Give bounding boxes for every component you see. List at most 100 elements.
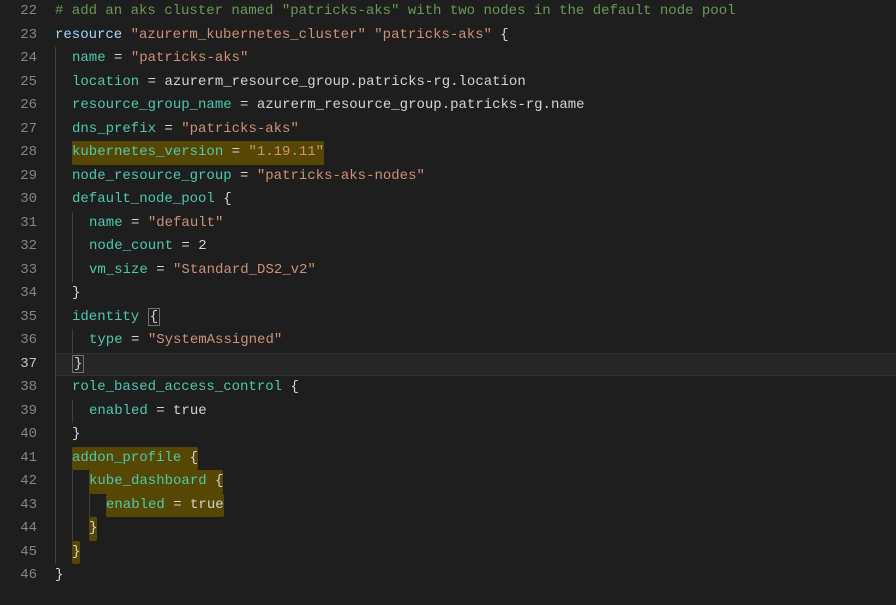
- token-propname: role_based_access_control: [72, 379, 282, 395]
- token-member: azurerm_resource_group: [257, 97, 442, 113]
- code-line[interactable]: # add an aks cluster named "patricks-aks…: [55, 0, 896, 24]
- indent-guide: [72, 470, 89, 494]
- line-number: 28: [0, 141, 37, 165]
- token-punct: }: [55, 567, 63, 583]
- token-keyword: resource: [55, 27, 122, 43]
- code-line[interactable]: }: [55, 564, 896, 588]
- indent-guide: [55, 188, 72, 212]
- code-span: resource_group_name = azurerm_resource_g…: [72, 97, 585, 113]
- indent-guide: [72, 212, 89, 236]
- token-punct: {: [215, 191, 232, 207]
- token-punct: .: [349, 74, 357, 90]
- token-string: "patricks-aks": [181, 121, 299, 137]
- token-string: "default": [148, 215, 224, 231]
- code-line[interactable]: name = "default": [55, 212, 896, 236]
- token-string: "1.19.11": [248, 144, 324, 160]
- token-string: "patricks-aks": [374, 27, 492, 43]
- code-span: dns_prefix = "patricks-aks": [72, 121, 299, 137]
- line-number: 23: [0, 24, 37, 48]
- code-span: }: [55, 567, 63, 583]
- indent-guide: [72, 400, 89, 424]
- code-line[interactable]: dns_prefix = "patricks-aks": [55, 118, 896, 142]
- token-punct: {: [282, 379, 299, 395]
- line-number: 33: [0, 259, 37, 283]
- indent-guide: [89, 494, 106, 518]
- token-punct: .: [543, 97, 551, 113]
- line-number: 34: [0, 282, 37, 306]
- indent-guide: [72, 235, 89, 259]
- line-number: 22: [0, 0, 37, 24]
- code-line[interactable]: resource_group_name = azurerm_resource_g…: [55, 94, 896, 118]
- token-punct: .: [450, 74, 458, 90]
- line-number: 46: [0, 564, 37, 588]
- code-line[interactable]: default_node_pool {: [55, 188, 896, 212]
- highlighted-span: kubernetes_version = "1.19.11": [72, 141, 324, 165]
- indent-guide: [55, 235, 72, 259]
- code-span: # add an aks cluster named "patricks-aks…: [55, 3, 736, 19]
- code-line[interactable]: enabled = true: [55, 400, 896, 424]
- token-punct: }: [72, 544, 80, 560]
- token-propname: type: [89, 332, 123, 348]
- token-punct: =: [232, 168, 257, 184]
- line-number: 42: [0, 470, 37, 494]
- highlighted-span: }: [72, 541, 80, 565]
- token-propname: enabled: [89, 403, 148, 419]
- code-line[interactable]: kube_dashboard {: [55, 470, 896, 494]
- line-number: 31: [0, 212, 37, 236]
- code-line[interactable]: location = azurerm_resource_group.patric…: [55, 71, 896, 95]
- token-punct: =: [123, 332, 148, 348]
- code-span: default_node_pool {: [72, 191, 232, 207]
- line-number: 45: [0, 541, 37, 565]
- code-line[interactable]: enabled = true: [55, 494, 896, 518]
- code-line[interactable]: }: [55, 353, 896, 377]
- token-boollit: true: [190, 497, 224, 513]
- line-number: 26: [0, 94, 37, 118]
- code-line[interactable]: addon_profile {: [55, 447, 896, 471]
- code-span: node_resource_group = "patricks-aks-node…: [72, 168, 425, 184]
- token-punct: {: [181, 450, 198, 466]
- code-span: }: [72, 426, 80, 442]
- code-span: location = azurerm_resource_group.patric…: [72, 74, 526, 90]
- line-number: 41: [0, 447, 37, 471]
- code-span: type = "SystemAssigned": [89, 332, 282, 348]
- code-line[interactable]: }: [55, 517, 896, 541]
- token-punct: }: [72, 285, 80, 301]
- code-line[interactable]: resource "azurerm_kubernetes_cluster" "p…: [55, 24, 896, 48]
- token-propname: default_node_pool: [72, 191, 215, 207]
- indent-guide: [55, 306, 72, 330]
- token-propname: location: [72, 74, 139, 90]
- code-line[interactable]: identity {: [55, 306, 896, 330]
- code-line[interactable]: role_based_access_control {: [55, 376, 896, 400]
- code-line[interactable]: vm_size = "Standard_DS2_v2": [55, 259, 896, 283]
- token-member: azurerm_resource_group: [164, 74, 349, 90]
- line-number: 38: [0, 376, 37, 400]
- code-span: vm_size = "Standard_DS2_v2": [89, 262, 316, 278]
- indent-guide: [55, 517, 72, 541]
- code-line[interactable]: }: [55, 541, 896, 565]
- code-editor[interactable]: # add an aks cluster named "patricks-aks…: [55, 0, 896, 605]
- code-span: }: [72, 355, 84, 373]
- token-propname: addon_profile: [72, 450, 181, 466]
- code-line[interactable]: name = "patricks-aks": [55, 47, 896, 71]
- line-number: 36: [0, 329, 37, 353]
- token-propname: vm_size: [89, 262, 148, 278]
- indent-guide: [55, 400, 72, 424]
- code-line[interactable]: type = "SystemAssigned": [55, 329, 896, 353]
- line-number: 32: [0, 235, 37, 259]
- code-line[interactable]: node_count = 2: [55, 235, 896, 259]
- token-propname: identity: [72, 309, 139, 325]
- token-punct: =: [123, 215, 148, 231]
- indent-guide: [55, 470, 72, 494]
- line-number: 27: [0, 118, 37, 142]
- code-span: role_based_access_control {: [72, 379, 299, 395]
- code-line[interactable]: }: [55, 423, 896, 447]
- indent-guide: [55, 329, 72, 353]
- code-line[interactable]: kubernetes_version = "1.19.11": [55, 141, 896, 165]
- token-member: patricks-rg: [450, 97, 542, 113]
- token-punct: =: [106, 50, 131, 66]
- code-line[interactable]: node_resource_group = "patricks-aks-node…: [55, 165, 896, 189]
- line-number: 30: [0, 188, 37, 212]
- line-number: 25: [0, 71, 37, 95]
- token-member: name: [551, 97, 585, 113]
- code-line[interactable]: }: [55, 282, 896, 306]
